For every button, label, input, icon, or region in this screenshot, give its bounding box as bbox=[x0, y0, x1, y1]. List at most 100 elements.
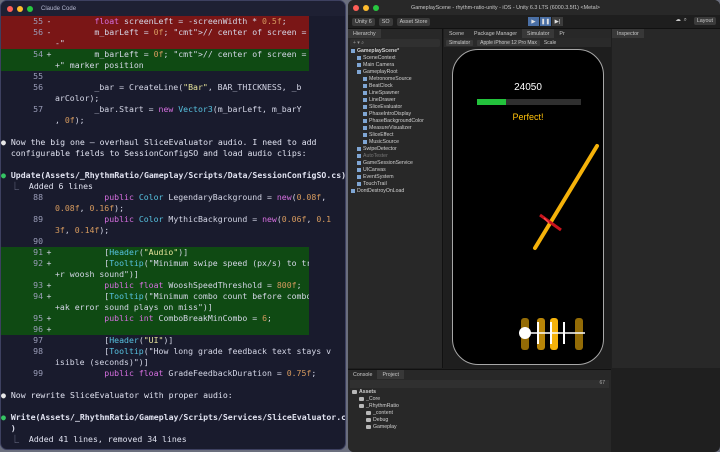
center-tabbar: Scene Package Manager Simulator Pr bbox=[444, 29, 611, 38]
hierarchy-panel: Hierarchy + ▾ ⌕ GameplayScene* SceneConte… bbox=[348, 29, 443, 368]
tab-project-settings[interactable]: Pr bbox=[554, 29, 569, 38]
unity-editor: GameplayScene - rhythm-ratio-unity - iOS… bbox=[348, 0, 720, 452]
hierarchy-item[interactable]: GameSessionService bbox=[348, 160, 442, 167]
tab-inspector[interactable]: Inspector bbox=[612, 29, 644, 38]
minimize-window-icon[interactable] bbox=[363, 4, 369, 11]
hierarchy-item[interactable]: TouchTrail bbox=[348, 181, 442, 188]
tab-hierarchy[interactable]: Hierarchy bbox=[348, 29, 381, 38]
project-folder-item[interactable]: Assets bbox=[348, 389, 611, 396]
hierarchy-item-label: GameplayRoot bbox=[363, 69, 398, 75]
hierarchy-item[interactable]: Main Camera bbox=[348, 62, 442, 69]
device-dropdown[interactable]: Apple iPhone 12 Pro Max bbox=[477, 39, 540, 46]
hierarchy-item[interactable]: SwipeDetector bbox=[348, 146, 442, 153]
asset-store-button[interactable]: Asset Store bbox=[396, 17, 431, 26]
measure-marker-4 bbox=[575, 318, 583, 350]
gameobject-icon bbox=[357, 146, 361, 151]
maximize-window-icon[interactable] bbox=[27, 5, 33, 12]
hierarchy-item[interactable]: PhaseIntroDisplay bbox=[348, 111, 442, 118]
hierarchy-item[interactable]: MusicSource bbox=[348, 139, 442, 146]
phone-frame[interactable]: 24050 Perfect! bbox=[452, 49, 604, 365]
project-tree: Assets _Core _RhythmRatio _content Debug Game… bbox=[348, 389, 611, 431]
hierarchy-item[interactable]: AutoTester bbox=[348, 153, 442, 160]
search-icon[interactable]: ⌕ bbox=[684, 17, 687, 25]
project-folder-label: _RhythmRatio bbox=[366, 403, 399, 409]
code-line: 93 + public float WooshSpeedThreshold = 8… bbox=[1, 280, 309, 291]
code-line: 91 + [Header("Audio")] bbox=[1, 247, 309, 258]
maximize-window-icon[interactable] bbox=[373, 4, 379, 11]
gameobject-icon bbox=[363, 104, 367, 109]
beat-tick-1 bbox=[537, 322, 539, 344]
hierarchy-item[interactable]: DontDestroyOnLoad bbox=[348, 188, 442, 195]
cloud-icon[interactable]: ☁ bbox=[675, 17, 680, 25]
hierarchy-item[interactable]: SceneContext bbox=[348, 55, 442, 62]
toolbar-right: ☁ ⌕ Layout bbox=[675, 17, 716, 25]
hierarchy-item[interactable]: GameplayRoot bbox=[348, 69, 442, 76]
close-window-icon[interactable] bbox=[353, 4, 359, 11]
code-line: isible (seconds)")] bbox=[55, 357, 149, 367]
hierarchy-item[interactable]: PhaseBackgroundColor bbox=[348, 118, 442, 125]
project-folder-item[interactable]: _RhythmRatio bbox=[348, 403, 611, 410]
code-line: 57 _bar.Start = new Vector3(m_barLeft, m… bbox=[33, 104, 302, 114]
tab-scene[interactable]: Scene bbox=[444, 29, 469, 38]
assistant-message: configurable fields to SessionConfigSO a… bbox=[1, 148, 307, 158]
tab-project[interactable]: Project bbox=[377, 370, 404, 379]
project-folder-item[interactable]: _Core bbox=[348, 396, 611, 403]
project-search-input[interactable]: 67 bbox=[350, 380, 609, 388]
mode-dropdown[interactable]: Simulator bbox=[446, 39, 474, 46]
play-icon[interactable]: ▶ bbox=[528, 17, 539, 26]
code-line: 88 public Color LegendaryBackground = ne… bbox=[33, 192, 327, 202]
tab-console[interactable]: Console bbox=[348, 370, 377, 379]
gameobject-icon bbox=[357, 181, 361, 186]
hierarchy-item-label: SceneContext bbox=[363, 55, 396, 61]
gameobject-icon bbox=[357, 55, 361, 60]
hierarchy-item[interactable]: MeasureVisualizer bbox=[348, 125, 442, 132]
gameobject-icon bbox=[357, 153, 361, 158]
hierarchy-item-label: MusicSource bbox=[369, 139, 399, 145]
folder-icon bbox=[366, 417, 371, 422]
hierarchy-item-label: SwipeDetector bbox=[363, 146, 397, 152]
hierarchy-item[interactable]: MetronomeSource bbox=[348, 76, 442, 83]
account-button[interactable]: Unity 6 bbox=[352, 17, 375, 26]
gameobject-icon bbox=[363, 97, 367, 102]
folder-icon bbox=[359, 403, 364, 408]
terminal-titlebar: Claude Code bbox=[1, 1, 345, 16]
tool-result-summary: ⎿ Added 41 lines, removed 34 lines bbox=[1, 434, 187, 444]
terminal-title: Claude Code bbox=[41, 5, 77, 12]
step-icon[interactable]: ▶| bbox=[552, 17, 563, 26]
hierarchy-item[interactable]: GameplayScene* bbox=[348, 48, 442, 55]
project-folder-item[interactable]: Debug bbox=[348, 417, 611, 424]
so-dropdown[interactable]: SO bbox=[378, 17, 393, 26]
minimize-window-icon[interactable] bbox=[17, 5, 23, 12]
layout-dropdown[interactable]: Layout bbox=[693, 17, 716, 25]
hierarchy-item-label: GameplayScene* bbox=[357, 48, 400, 54]
hierarchy-item[interactable]: SliceEvaluator bbox=[348, 104, 442, 111]
hierarchy-item-label: MetronomeSource bbox=[369, 76, 412, 82]
terminal-output[interactable]: 55- float screenLeft = -screenWidth * 0.… bbox=[1, 16, 345, 449]
hierarchy-item[interactable]: LineDrawer bbox=[348, 97, 442, 104]
code-line: 55- float screenLeft = -screenWidth * 0.… bbox=[1, 16, 309, 27]
hierarchy-item-label: LineSpawner bbox=[369, 90, 400, 96]
gameplay-canvas bbox=[519, 144, 599, 350]
hierarchy-item[interactable]: EventSystem bbox=[348, 174, 442, 181]
hierarchy-item[interactable]: BeatClock bbox=[348, 83, 442, 90]
code-line: 90 bbox=[33, 236, 43, 246]
code-line: +" marker position bbox=[1, 60, 309, 71]
tab-package-manager[interactable]: Package Manager bbox=[469, 29, 522, 38]
close-window-icon[interactable] bbox=[7, 5, 13, 12]
hierarchy-item[interactable]: LineSpawner bbox=[348, 90, 442, 97]
pause-icon[interactable]: ❚❚ bbox=[540, 17, 551, 26]
gameobject-icon bbox=[363, 132, 367, 137]
hierarchy-item[interactable]: UICanvas bbox=[348, 167, 442, 174]
hierarchy-search-input[interactable]: + ▾ ⌕ bbox=[350, 39, 440, 47]
project-folder-item[interactable]: Gameplay bbox=[348, 424, 611, 431]
gameobject-icon bbox=[357, 69, 361, 74]
code-line: +ak error sound plays on miss")] bbox=[1, 302, 309, 313]
hierarchy-item[interactable]: SliceEffect bbox=[348, 132, 442, 139]
code-line: 98 [Tooltip("How long grade feedback tex… bbox=[33, 346, 332, 356]
tab-simulator[interactable]: Simulator bbox=[522, 29, 555, 38]
project-folder-label: Debug bbox=[373, 417, 389, 423]
code-line: 54 + m_barLeft = 0f; "cmt">// center of s… bbox=[1, 49, 309, 60]
project-folder-item[interactable]: _content bbox=[348, 410, 611, 417]
gameobject-icon bbox=[363, 139, 367, 144]
playhead-dot bbox=[519, 327, 531, 339]
